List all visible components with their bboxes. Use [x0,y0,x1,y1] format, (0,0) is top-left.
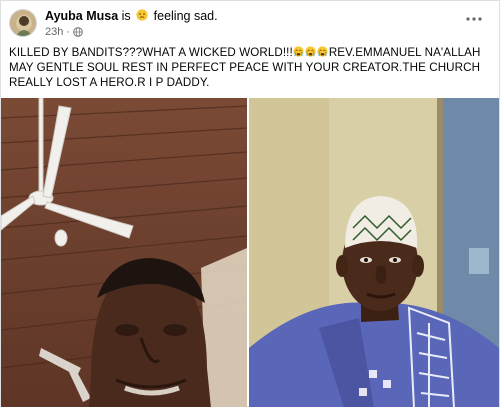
photo-right[interactable] [249,98,499,407]
crying-face-icon [305,46,316,57]
more-options-icon [466,17,482,21]
globe-icon [73,27,83,37]
post-caption: KILLED BY BANDITS???WHAT A WICKED WORLD!… [9,45,491,90]
author-avatar[interactable] [9,9,37,37]
photo-left[interactable] [1,98,247,407]
author-name[interactable]: Ayuba Musa [45,9,118,23]
post-meta: 23h · [45,26,83,38]
photo-grid [1,98,499,407]
avatar-image [10,10,36,36]
photo-man-under-ceiling-fan [1,98,247,407]
author-line: Ayuba Musa is feeling sad. [45,9,218,23]
sad-face-icon [136,9,148,21]
photo-man-in-cap-blue-kaftan [249,98,499,407]
post-header: Ayuba Musa is feeling sad. 23h · [1,1,499,41]
post-timestamp[interactable]: 23h [45,26,63,38]
feeling-text: feeling sad. [153,9,218,23]
author-connector: is [121,9,131,23]
more-options-button[interactable] [463,11,485,27]
crying-face-icon [293,46,304,57]
caption-text-start: KILLED BY BANDITS???WHAT A WICKED WORLD!… [9,46,293,59]
crying-face-icon [317,46,328,57]
feed-post: Ayuba Musa is feeling sad. 23h · KILLED … [0,0,500,407]
meta-separator: · [66,26,71,38]
